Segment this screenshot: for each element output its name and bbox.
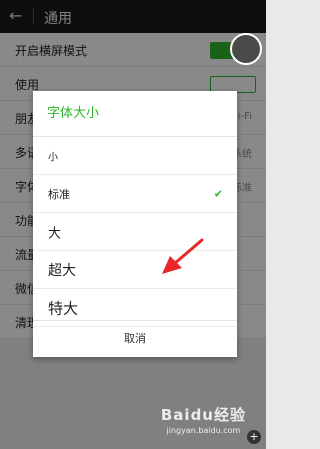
baidu-watermark: Baidu经验 jingyan.baidu.com (161, 404, 246, 435)
option-label: 特大 (48, 299, 79, 317)
check-icon: ✔ (213, 187, 223, 200)
watermark-brand: Baidu经验 (160, 406, 246, 424)
font-option-small[interactable]: 小 (33, 137, 237, 175)
option-label: 标准 (48, 187, 70, 201)
cancel-button[interactable]: 取消 (33, 320, 237, 357)
dialog-title: 字体大小 (33, 91, 237, 137)
font-option-extra-large[interactable]: 超大 (33, 251, 237, 289)
option-label: 大 (48, 226, 62, 241)
font-size-dialog: 字体大小 小 标准 ✔ 大 超大 特大 取消 (33, 91, 237, 357)
annotation-arrow-icon (162, 238, 204, 274)
font-option-standard[interactable]: 标准 ✔ (33, 175, 237, 213)
watermark-url: jingyan.baidu.com (166, 426, 241, 435)
font-option-large[interactable]: 大 (33, 213, 237, 251)
option-label: 小 (48, 152, 58, 163)
zoom-in-icon[interactable]: + (247, 430, 261, 444)
option-label: 超大 (48, 262, 76, 279)
floating-assistive-button[interactable] (230, 33, 262, 65)
